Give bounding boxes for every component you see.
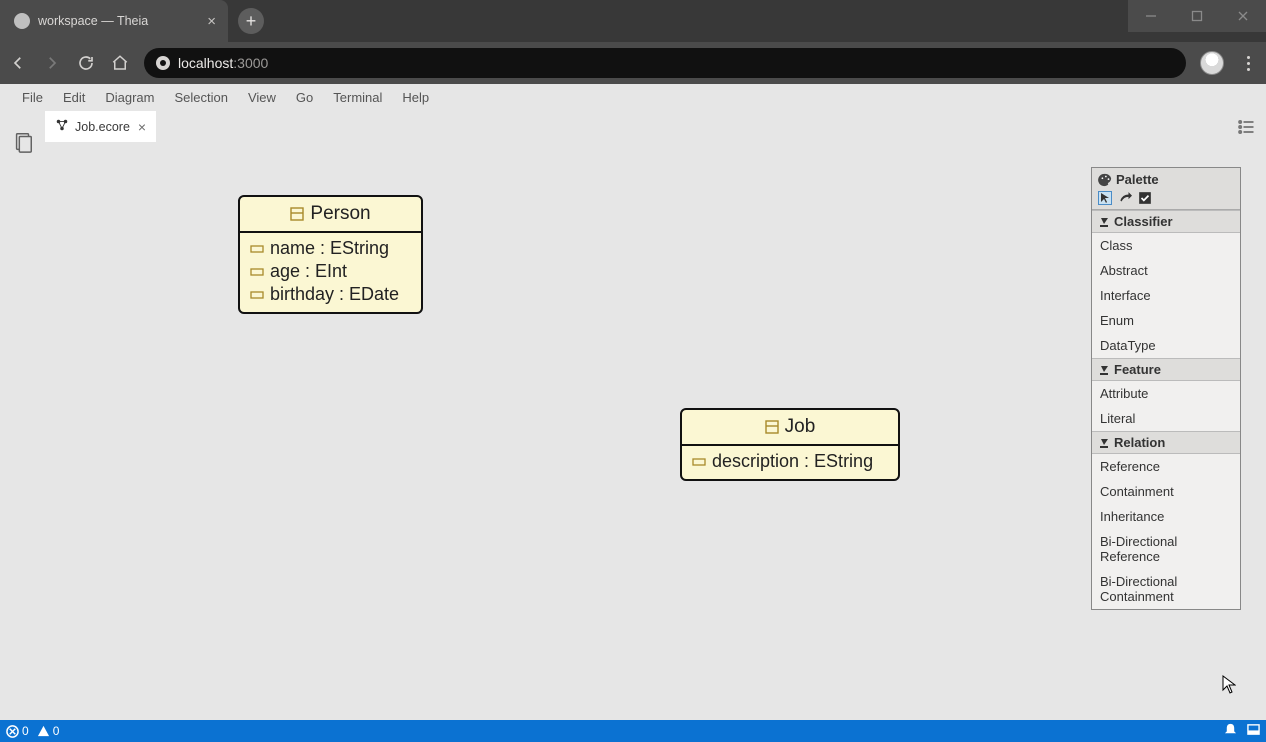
menu-help[interactable]: Help [392,86,439,109]
attribute-icon [250,265,264,279]
palette-group-label: Relation [1114,435,1165,450]
palette-group-classifier[interactable]: Classifier [1092,210,1240,233]
palette-group-label: Classifier [1114,214,1173,229]
profile-avatar[interactable] [1200,51,1224,75]
class-node-body: description : EString [682,444,898,479]
menu-go[interactable]: Go [286,86,323,109]
editor-tab-job-ecore[interactable]: Job.ecore × [45,111,156,142]
palette-item-bidi-reference[interactable]: Bi-Directional Reference [1092,529,1240,569]
palette-item-literal[interactable]: Literal [1092,406,1240,431]
menu-view[interactable]: View [238,86,286,109]
window-maximize-button[interactable] [1174,0,1220,32]
status-panel-toggle-icon[interactable] [1247,723,1260,739]
attribute-icon [692,455,706,469]
workbench: Job.ecore × [0,111,1266,720]
palette-item-containment[interactable]: Containment [1092,479,1240,504]
palette-tool-select-icon[interactable] [1098,191,1112,205]
tab-favicon [14,13,30,29]
tab-title: workspace — Theia [38,14,193,28]
palette-item-interface[interactable]: Interface [1092,283,1240,308]
url-host: localhost [178,55,233,71]
editor-area: Job.ecore × [45,111,1266,720]
attribute-row[interactable]: name : EString [250,237,411,260]
os-titlebar: workspace — Theia × + [0,0,1266,42]
browser-reload-button[interactable] [76,53,96,73]
browser-back-button[interactable] [8,53,28,73]
attribute-row[interactable]: description : EString [692,450,888,473]
palette-item-bidi-containment[interactable]: Bi-Directional Containment [1092,569,1240,609]
browser-tab[interactable]: workspace — Theia × [0,0,228,42]
palette-item-inheritance[interactable]: Inheritance [1092,504,1240,529]
palette-group-relation[interactable]: Relation [1092,431,1240,454]
mouse-cursor-icon [1222,675,1236,695]
menu-edit[interactable]: Edit [53,86,95,109]
class-node-job[interactable]: Job description : EString [680,408,900,481]
explorer-icon[interactable] [12,131,34,153]
site-info-icon[interactable] [156,56,170,70]
class-node-header[interactable]: Job [682,410,898,444]
palette-tool-delete-icon[interactable] [1118,191,1132,205]
browser-forward-button[interactable] [42,53,62,73]
editor-tab-row: Job.ecore × [45,111,1266,142]
outline-toggle-icon[interactable] [1236,111,1266,142]
browser-menu-button[interactable] [1238,56,1258,71]
palette-item-enum[interactable]: Enum [1092,308,1240,333]
palette-item-datatype[interactable]: DataType [1092,333,1240,358]
ecore-file-icon [55,118,69,135]
status-warnings-count: 0 [53,724,60,738]
palette-item-attribute[interactable]: Attribute [1092,381,1240,406]
activity-bar [0,111,45,720]
palette-title: Palette [1116,172,1159,187]
status-errors-count: 0 [22,724,29,738]
menu-file[interactable]: File [12,86,53,109]
class-node-title: Person [310,203,370,225]
status-bar: 0 0 [0,720,1266,742]
class-node-person[interactable]: Person name : EString age : EInt [238,195,423,314]
address-bar[interactable]: localhost:3000 [144,48,1186,78]
editor-tab-label: Job.ecore [75,120,130,134]
browser-home-button[interactable] [110,53,130,73]
class-icon [290,207,304,221]
window-minimize-button[interactable] [1128,0,1174,32]
attribute-text: description : EString [712,451,873,472]
palette-header: Palette [1092,168,1240,189]
url-port: :3000 [233,55,268,71]
ide-shell: File Edit Diagram Selection View Go Term… [0,84,1266,742]
class-node-title: Job [785,416,816,438]
class-node-header[interactable]: Person [240,197,421,231]
new-tab-button[interactable]: + [238,8,264,34]
status-warnings[interactable]: 0 [37,724,60,738]
palette-item-reference[interactable]: Reference [1092,454,1240,479]
palette-item-abstract[interactable]: Abstract [1092,258,1240,283]
attribute-icon [250,242,264,256]
browser-toolbar: localhost:3000 [0,42,1266,84]
menu-terminal[interactable]: Terminal [323,86,392,109]
tab-close-icon[interactable]: × [201,13,222,30]
window-close-button[interactable] [1220,0,1266,32]
palette-tool-marquee-icon[interactable] [1138,191,1152,205]
class-node-body: name : EString age : EInt birthday : EDa… [240,231,421,312]
attribute-row[interactable]: birthday : EDate [250,283,411,306]
window-controls [1128,0,1266,32]
class-icon [765,420,779,434]
attribute-row[interactable]: age : EInt [250,260,411,283]
palette-toolbar [1092,189,1240,210]
editor-tab-close-icon[interactable]: × [136,119,148,135]
attribute-text: name : EString [270,238,389,259]
status-notifications-icon[interactable] [1224,723,1237,739]
menubar: File Edit Diagram Selection View Go Term… [0,84,1266,111]
menu-diagram[interactable]: Diagram [95,86,164,109]
palette-group-feature[interactable]: Feature [1092,358,1240,381]
diagram-canvas[interactable]: Person name : EString age : EInt [45,142,1266,720]
attribute-text: birthday : EDate [270,284,399,305]
palette-group-label: Feature [1114,362,1161,377]
menu-selection[interactable]: Selection [164,86,237,109]
attribute-icon [250,288,264,302]
attribute-text: age : EInt [270,261,347,282]
palette-item-class[interactable]: Class [1092,233,1240,258]
status-errors[interactable]: 0 [6,724,29,738]
palette-panel[interactable]: Palette [1091,167,1241,610]
